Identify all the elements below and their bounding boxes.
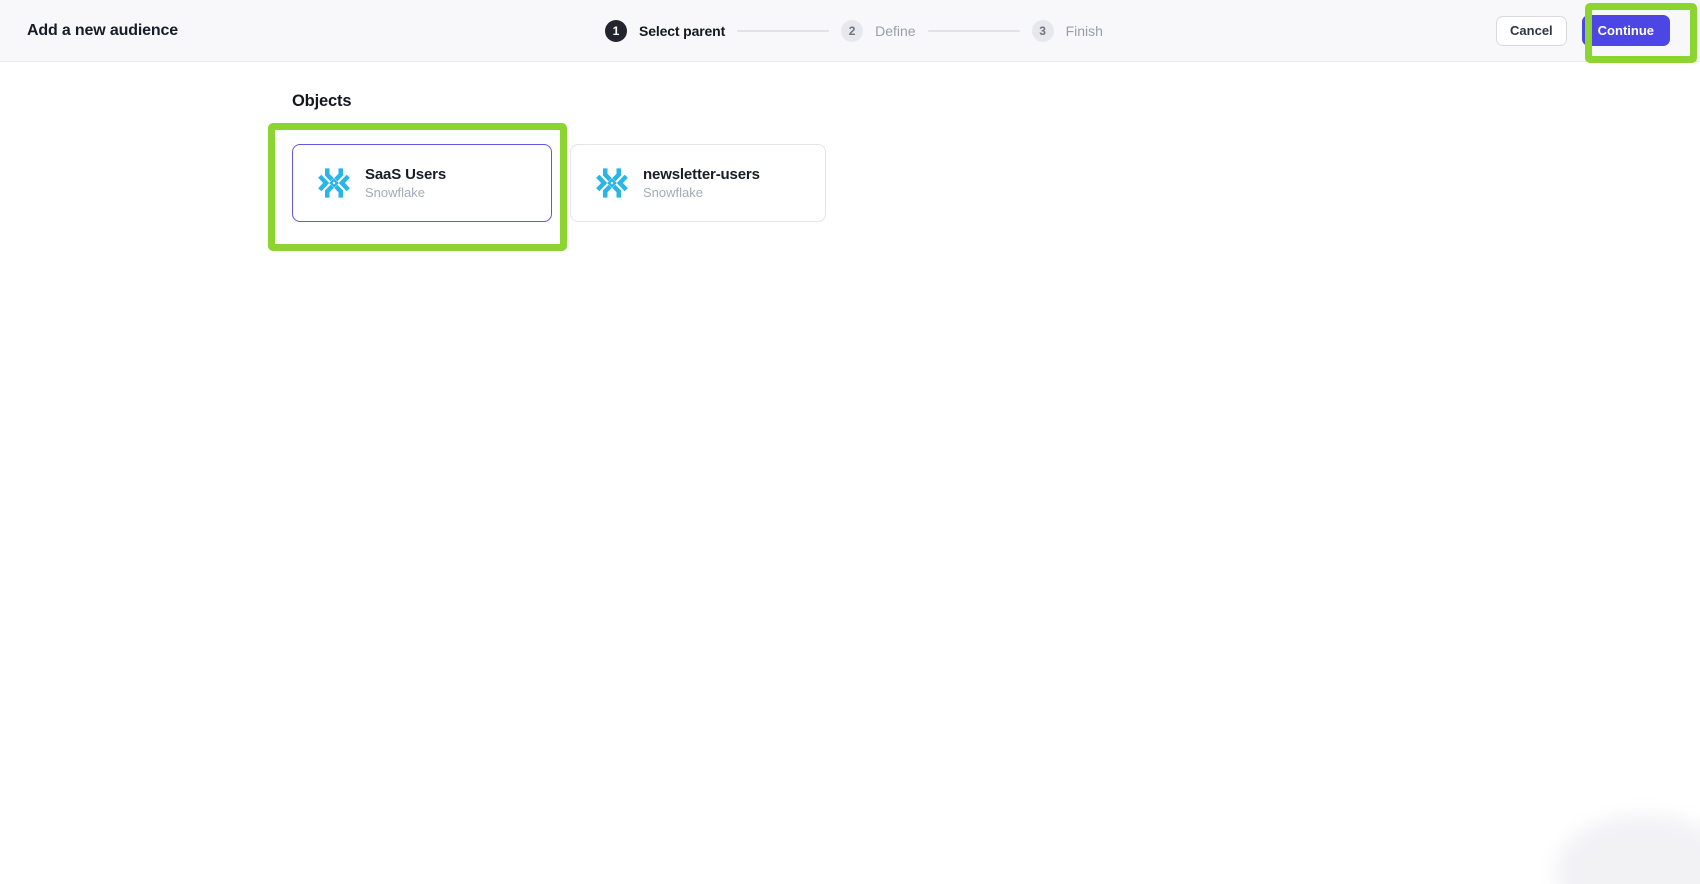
object-name: SaaS Users xyxy=(365,166,447,183)
step-label: Define xyxy=(875,22,916,39)
step-define[interactable]: 2 Define xyxy=(841,19,916,42)
object-name: newsletter-users xyxy=(643,166,760,183)
step-number-badge: 2 xyxy=(841,19,864,42)
step-connector xyxy=(737,29,830,32)
page-title: Add a new audience xyxy=(27,21,178,39)
step-finish[interactable]: 3 Finish xyxy=(1031,19,1103,42)
step-number-badge: 1 xyxy=(605,19,627,42)
object-source: Snowflake xyxy=(365,185,425,200)
header-actions: Cancel Continue xyxy=(1496,0,1670,61)
snowflake-icon xyxy=(596,168,628,198)
card-text: newsletter-users Snowflake xyxy=(643,166,760,200)
object-card-list: SaaS Users Snowflake newsletter-users Sn… xyxy=(292,144,1700,222)
object-source: Snowflake xyxy=(643,185,703,200)
corner-widget-blob xyxy=(1555,814,1700,884)
objects-section-title: Objects xyxy=(292,92,352,110)
object-card-saas-users[interactable]: SaaS Users Snowflake xyxy=(292,144,552,222)
continue-button[interactable]: Continue xyxy=(1581,15,1670,46)
step-label: Select parent xyxy=(639,22,726,39)
cancel-button[interactable]: Cancel xyxy=(1496,15,1567,46)
step-number-badge: 3 xyxy=(1031,19,1054,42)
wizard-header: Add a new audience 1 Select parent 2 Def… xyxy=(0,0,1700,62)
step-select-parent[interactable]: 1 Select parent xyxy=(605,19,726,42)
object-card-newsletter-users[interactable]: newsletter-users Snowflake xyxy=(570,144,826,222)
main-content: Objects SaaS Users Snowflake newsletter-… xyxy=(0,62,1700,222)
card-text: SaaS Users Snowflake xyxy=(365,166,446,200)
snowflake-icon xyxy=(318,168,350,198)
wizard-stepper: 1 Select parent 2 Define 3 Finish xyxy=(605,0,1103,61)
step-label: Finish xyxy=(1065,22,1103,39)
step-connector xyxy=(927,29,1020,32)
